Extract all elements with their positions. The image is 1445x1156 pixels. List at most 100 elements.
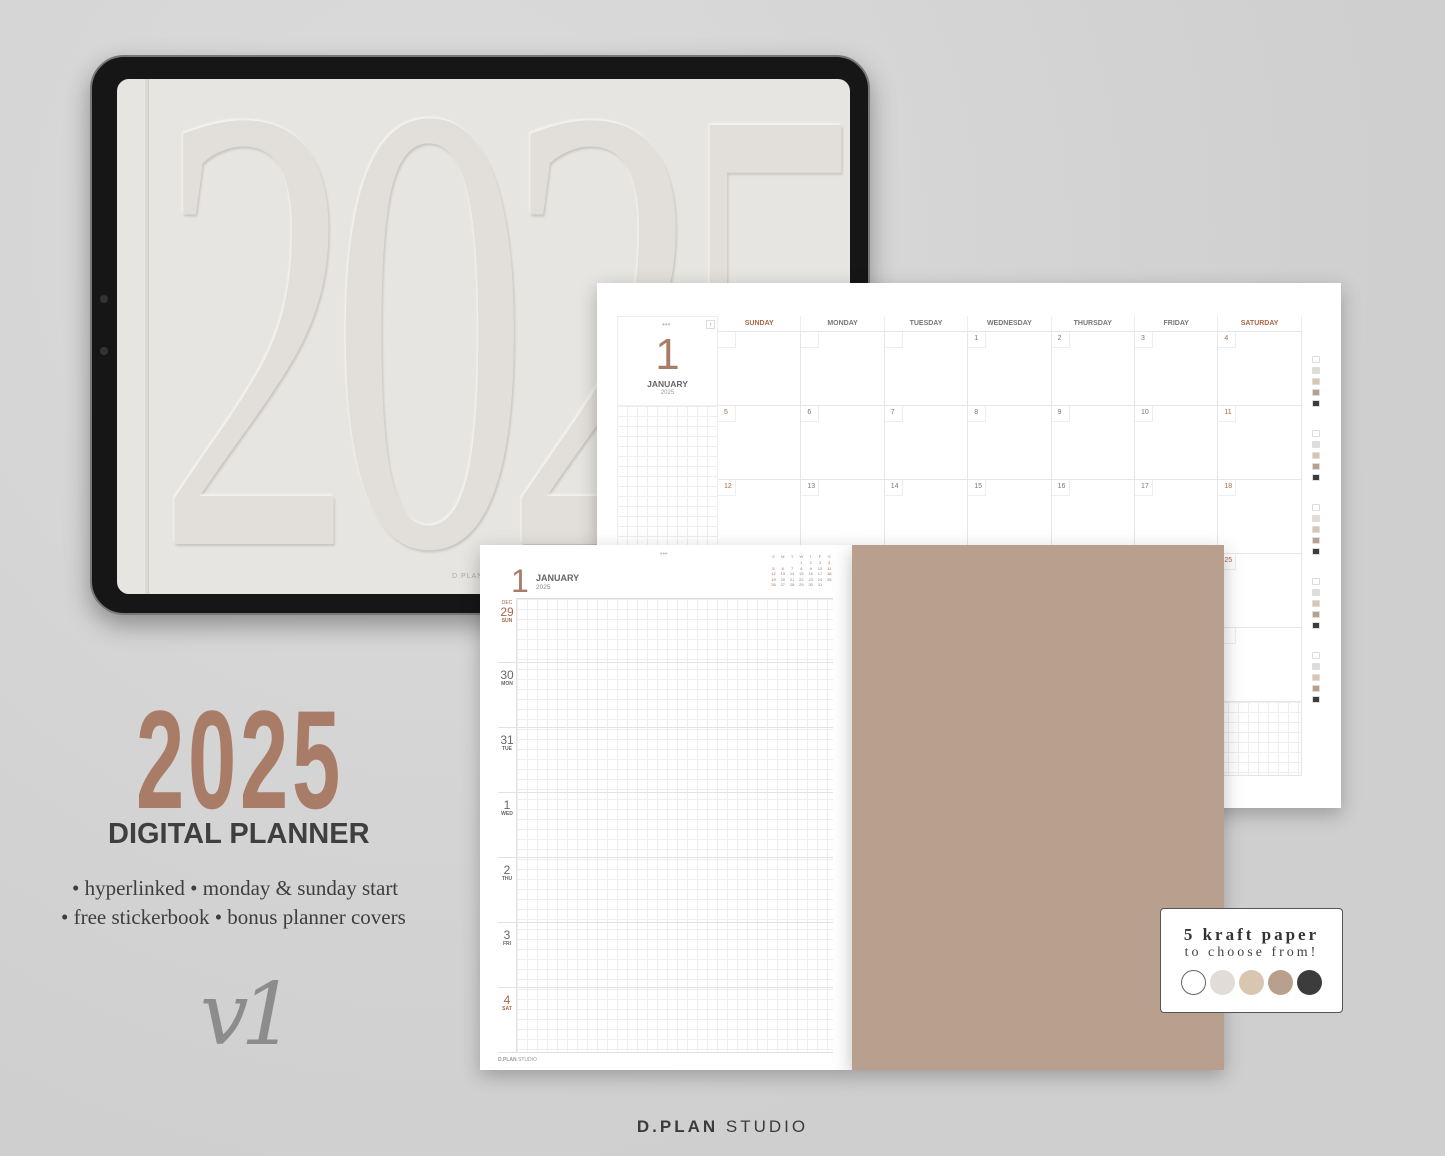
- mini-day[interactable]: 14: [788, 571, 797, 576]
- paper-swatch[interactable]: [1312, 378, 1320, 385]
- day-row[interactable]: DEC 29 SUN: [498, 598, 833, 663]
- mini-day[interactable]: 1: [797, 560, 806, 565]
- mini-day[interactable]: 30: [806, 582, 815, 587]
- paper-swatch[interactable]: [1312, 430, 1320, 437]
- mini-day[interactable]: 10: [816, 566, 825, 571]
- day-cell[interactable]: 11: [1218, 406, 1302, 480]
- paper-swatch[interactable]: [1312, 515, 1320, 522]
- page-footer-brand: D.PLAN STUDIO: [498, 1057, 537, 1063]
- day-row[interactable]: 4 SAT: [498, 988, 833, 1053]
- mini-day[interactable]: 7: [788, 566, 797, 571]
- paper-swatch[interactable]: [1312, 696, 1320, 703]
- paper-swatch[interactable]: [1312, 663, 1320, 670]
- paper-swatch[interactable]: [1312, 441, 1320, 448]
- mini-day[interactable]: 16: [806, 571, 815, 576]
- paper-swatch[interactable]: [1312, 578, 1320, 585]
- mini-day[interactable]: 31: [816, 582, 825, 587]
- paper-swatch[interactable]: [1312, 463, 1320, 470]
- mini-day[interactable]: 3: [816, 560, 825, 565]
- paper-swatch[interactable]: [1312, 400, 1320, 407]
- mini-day[interactable]: 19: [769, 577, 778, 582]
- mini-day[interactable]: 22: [797, 577, 806, 582]
- mini-day[interactable]: 11: [825, 566, 834, 571]
- mini-day[interactable]: 23: [806, 577, 815, 582]
- footer-light: STUDIO: [518, 1057, 537, 1063]
- mini-day[interactable]: 8: [797, 566, 806, 571]
- day-cell[interactable]: [1218, 628, 1302, 702]
- mini-day[interactable]: 20: [778, 577, 787, 582]
- day-cell[interactable]: 9: [1051, 406, 1135, 480]
- day-num: 3: [503, 928, 511, 942]
- month-day-number: 1: [655, 330, 680, 379]
- day-cell[interactable]: 15: [968, 480, 1052, 554]
- paper-swatch[interactable]: [1312, 474, 1320, 481]
- paper-swatch[interactable]: [1312, 526, 1320, 533]
- day-cell[interactable]: 6: [801, 406, 885, 480]
- mini-day[interactable]: 2: [806, 560, 815, 565]
- day-cell[interactable]: 5: [718, 406, 802, 480]
- mini-day[interactable]: 6: [778, 566, 787, 571]
- mini-day[interactable]: 5: [769, 566, 778, 571]
- mini-day[interactable]: 29: [797, 582, 806, 587]
- day-row[interactable]: 30 MON: [498, 663, 833, 728]
- paper-swatch[interactable]: [1312, 611, 1320, 618]
- day-cell[interactable]: 2: [1051, 332, 1135, 406]
- paper-swatch[interactable]: [1312, 600, 1320, 607]
- paper-swatch[interactable]: [1312, 622, 1320, 629]
- paper-swatch[interactable]: [1312, 674, 1320, 681]
- mini-day[interactable]: 9: [806, 566, 815, 571]
- day-cell[interactable]: [884, 332, 969, 406]
- day-of-week: SAT: [502, 1006, 512, 1012]
- day-cell[interactable]: 10: [1135, 406, 1219, 480]
- day-cell[interactable]: 25: [1218, 554, 1302, 628]
- menu-dots-icon[interactable]: •••: [660, 551, 667, 558]
- mini-day[interactable]: 24: [816, 577, 825, 582]
- chevron-right-icon[interactable]: ›: [706, 320, 715, 329]
- day-cell[interactable]: 18: [1218, 480, 1302, 554]
- day-cell[interactable]: 1: [968, 332, 1052, 406]
- mini-day[interactable]: 21: [788, 577, 797, 582]
- paper-swatch[interactable]: [1312, 504, 1320, 511]
- day-row[interactable]: 1 WED: [498, 793, 833, 858]
- day-number: 3: [1135, 332, 1153, 348]
- menu-dots-icon[interactable]: •••: [662, 320, 670, 329]
- day-cell[interactable]: 3: [1135, 332, 1219, 406]
- mini-day[interactable]: 4: [825, 560, 834, 565]
- paper-swatch[interactable]: [1312, 548, 1320, 555]
- day-cell[interactable]: 17: [1135, 480, 1219, 554]
- mini-weekday: T: [809, 554, 812, 559]
- mini-day[interactable]: 26: [769, 582, 778, 587]
- paper-swatch[interactable]: [1312, 452, 1320, 459]
- paper-swatch[interactable]: [1312, 537, 1320, 544]
- paper-swatch[interactable]: [1312, 589, 1320, 596]
- day-cell[interactable]: 4: [1218, 332, 1302, 406]
- mini-day[interactable]: 27: [778, 582, 787, 587]
- mini-day[interactable]: 15: [797, 571, 806, 576]
- mini-day[interactable]: 13: [778, 571, 787, 576]
- day-cell[interactable]: [801, 332, 885, 406]
- day-cell[interactable]: 7: [884, 406, 969, 480]
- mini-day[interactable]: 17: [816, 571, 825, 576]
- weekday-header: SATURDAY: [1218, 316, 1302, 332]
- paper-swatch[interactable]: [1312, 356, 1320, 363]
- day-cell[interactable]: 12: [718, 480, 802, 554]
- day-row[interactable]: 2 THU: [498, 858, 833, 923]
- mini-day[interactable]: 18: [825, 571, 834, 576]
- mini-day[interactable]: 28: [788, 582, 797, 587]
- mini-weekday: M: [781, 554, 785, 559]
- paper-swatch[interactable]: [1312, 685, 1320, 692]
- day-cell[interactable]: 8: [968, 406, 1052, 480]
- day-cell[interactable]: [718, 332, 802, 406]
- day-cell[interactable]: 13: [801, 480, 885, 554]
- mini-day[interactable]: 12: [769, 571, 778, 576]
- day-cell[interactable]: 14: [884, 480, 969, 554]
- paper-swatch[interactable]: [1312, 367, 1320, 374]
- paper-swatch[interactable]: [1312, 652, 1320, 659]
- day-row[interactable]: 3 FRI: [498, 923, 833, 988]
- weekly-page: ••• 1 JANUARY 2025 S M T W T F S 1 2 3 4 5 6 7 8 9 10 11 1…: [480, 545, 852, 1070]
- mini-day[interactable]: 25: [825, 577, 834, 582]
- day-cell[interactable]: 16: [1051, 480, 1135, 554]
- day-of-week: FRI: [502, 941, 512, 947]
- paper-swatch[interactable]: [1312, 389, 1320, 396]
- day-row[interactable]: 31 TUE: [498, 728, 833, 793]
